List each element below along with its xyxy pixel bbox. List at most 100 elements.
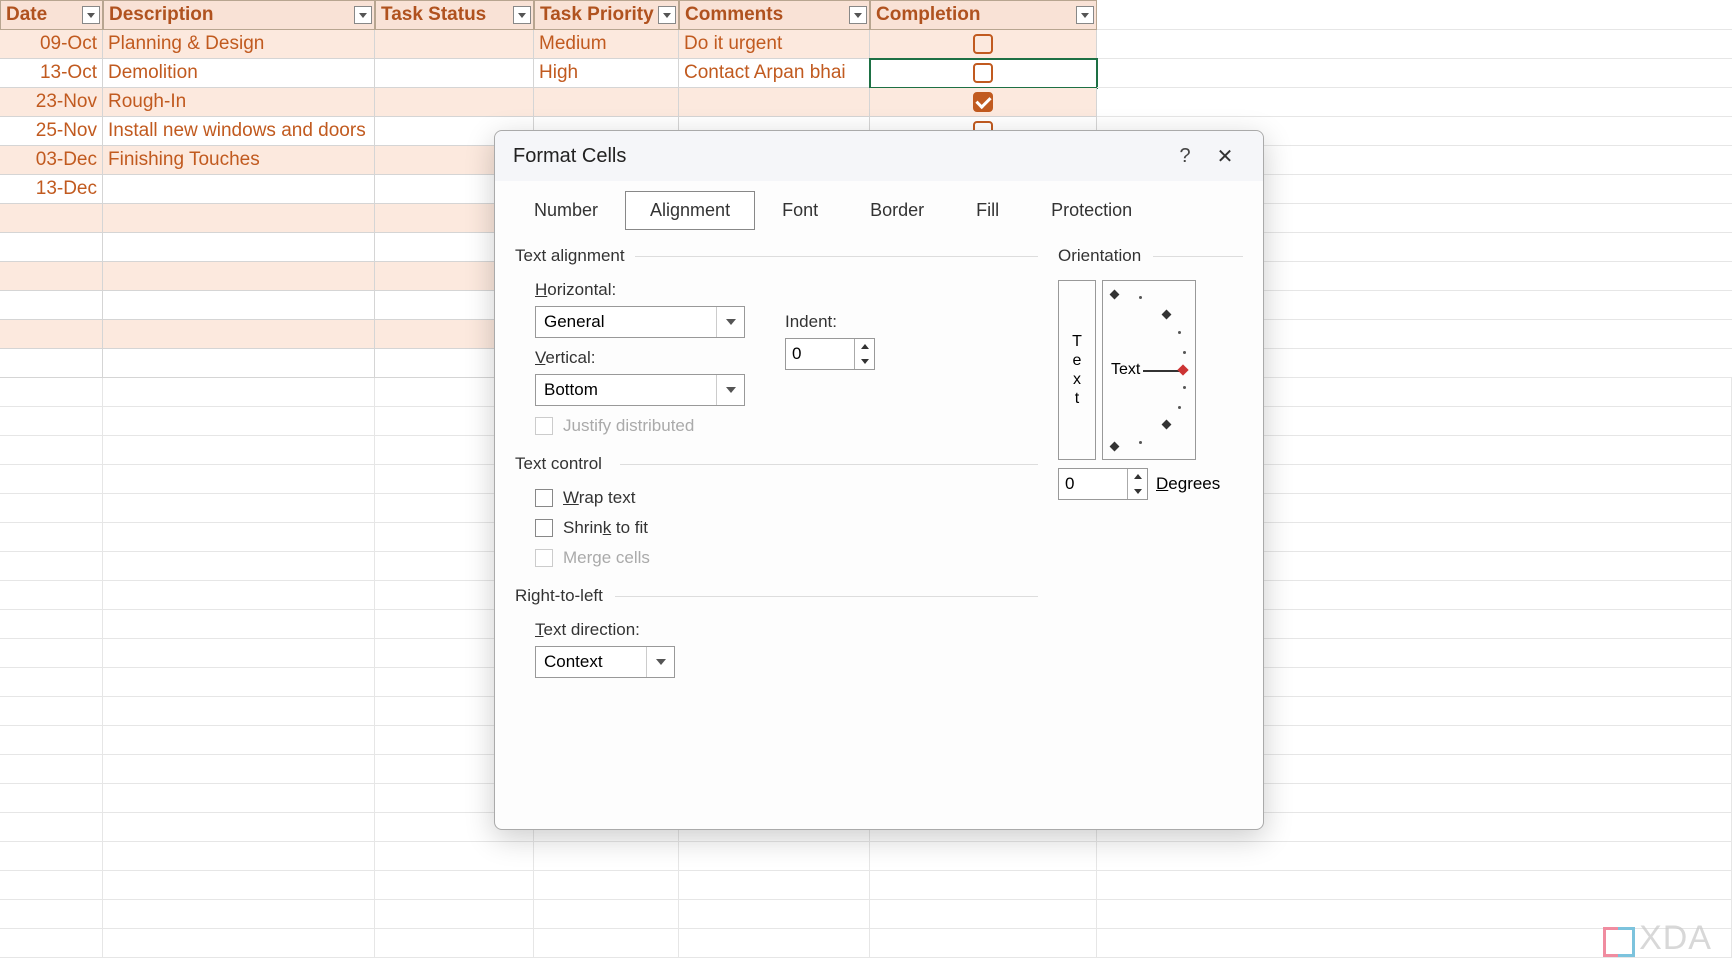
cell[interactable] — [103, 320, 375, 349]
tab-alignment[interactable]: Alignment — [625, 191, 755, 230]
orientation-vertical-button[interactable]: Text — [1058, 280, 1096, 460]
cell[interactable]: Planning & Design — [103, 30, 375, 59]
cell[interactable] — [534, 88, 679, 117]
cell[interactable] — [103, 726, 375, 755]
chevron-down-icon[interactable] — [716, 375, 744, 405]
horizontal-combo[interactable]: General — [535, 306, 745, 338]
column-header[interactable]: Task Priority — [534, 0, 679, 30]
cell[interactable] — [103, 842, 375, 871]
spinner-up-icon[interactable] — [855, 339, 874, 354]
cell[interactable] — [870, 30, 1097, 59]
cell[interactable] — [103, 697, 375, 726]
indent-spinner[interactable]: 0 — [785, 338, 875, 370]
cell[interactable] — [534, 871, 679, 900]
cell[interactable] — [0, 262, 103, 291]
completion-checkbox[interactable] — [973, 63, 993, 83]
cell[interactable] — [870, 59, 1097, 88]
column-header[interactable]: Date — [0, 0, 103, 30]
cell[interactable] — [0, 320, 103, 349]
filter-dropdown-icon[interactable] — [513, 6, 531, 24]
chevron-down-icon[interactable] — [716, 307, 744, 337]
cell[interactable] — [0, 784, 103, 813]
degrees-spinner[interactable]: 0 — [1058, 468, 1148, 500]
filter-dropdown-icon[interactable] — [354, 6, 372, 24]
cell[interactable] — [0, 291, 103, 320]
orientation-dial[interactable]: Text — [1102, 280, 1196, 460]
completion-checkbox[interactable] — [973, 92, 993, 112]
cell[interactable] — [103, 523, 375, 552]
cell[interactable] — [103, 755, 375, 784]
cell[interactable] — [0, 900, 103, 929]
cell[interactable] — [103, 581, 375, 610]
cell[interactable]: 13-Oct — [0, 59, 103, 88]
cell[interactable] — [0, 233, 103, 262]
cell[interactable] — [103, 204, 375, 233]
cell[interactable] — [103, 668, 375, 697]
cell[interactable] — [103, 175, 375, 204]
tab-border[interactable]: Border — [845, 191, 949, 230]
cell[interactable] — [534, 842, 679, 871]
cell[interactable]: Rough-In — [103, 88, 375, 117]
cell[interactable] — [0, 378, 103, 407]
cell[interactable]: 03-Dec — [0, 146, 103, 175]
cell[interactable] — [0, 581, 103, 610]
cell[interactable] — [870, 871, 1097, 900]
cell[interactable]: 23-Nov — [0, 88, 103, 117]
cell[interactable] — [103, 784, 375, 813]
cell[interactable] — [870, 900, 1097, 929]
cell[interactable]: 25-Nov — [0, 117, 103, 146]
cell[interactable] — [103, 494, 375, 523]
cell[interactable]: Medium — [534, 30, 679, 59]
cell[interactable] — [0, 552, 103, 581]
cell[interactable] — [870, 842, 1097, 871]
help-button[interactable]: ? — [1165, 145, 1205, 168]
cell[interactable]: 13-Dec — [0, 175, 103, 204]
spinner-down-icon[interactable] — [1128, 484, 1147, 499]
vertical-combo[interactable]: Bottom — [535, 374, 745, 406]
close-button[interactable]: ✕ — [1205, 144, 1245, 169]
column-header[interactable]: Comments — [679, 0, 870, 30]
cell[interactable] — [0, 494, 103, 523]
cell[interactable] — [0, 610, 103, 639]
cell[interactable] — [0, 871, 103, 900]
cell[interactable]: Contact Arpan bhai — [679, 59, 870, 88]
tab-font[interactable]: Font — [757, 191, 843, 230]
text-direction-combo[interactable]: Context — [535, 646, 675, 678]
cell[interactable] — [679, 842, 870, 871]
cell[interactable]: Do it urgent — [679, 30, 870, 59]
cell[interactable]: Demolition — [103, 59, 375, 88]
filter-dropdown-icon[interactable] — [82, 6, 100, 24]
cell[interactable] — [375, 871, 534, 900]
cell[interactable] — [103, 929, 375, 958]
cell[interactable] — [375, 88, 534, 117]
cell[interactable]: Finishing Touches — [103, 146, 375, 175]
cell[interactable] — [103, 813, 375, 842]
cell[interactable] — [534, 929, 679, 958]
column-header[interactable]: Task Status — [375, 0, 534, 30]
cell[interactable] — [103, 349, 375, 378]
spinner-up-icon[interactable] — [1128, 469, 1147, 484]
cell[interactable] — [0, 697, 103, 726]
spinner-down-icon[interactable] — [855, 354, 874, 369]
cell[interactable] — [0, 204, 103, 233]
cell[interactable] — [0, 813, 103, 842]
cell[interactable] — [103, 291, 375, 320]
cell[interactable] — [103, 378, 375, 407]
cell[interactable] — [103, 436, 375, 465]
cell[interactable] — [103, 639, 375, 668]
completion-checkbox[interactable] — [973, 34, 993, 54]
cell[interactable] — [0, 842, 103, 871]
tab-protection[interactable]: Protection — [1026, 191, 1157, 230]
filter-dropdown-icon[interactable] — [849, 6, 867, 24]
cell[interactable] — [0, 465, 103, 494]
cell[interactable]: Install new windows and doors — [103, 117, 375, 146]
cell[interactable] — [103, 233, 375, 262]
filter-dropdown-icon[interactable] — [1076, 6, 1094, 24]
chevron-down-icon[interactable] — [646, 647, 674, 677]
cell[interactable] — [870, 929, 1097, 958]
cell[interactable] — [0, 349, 103, 378]
cell[interactable] — [0, 929, 103, 958]
cell[interactable] — [0, 755, 103, 784]
cell[interactable] — [375, 59, 534, 88]
cell[interactable] — [0, 639, 103, 668]
